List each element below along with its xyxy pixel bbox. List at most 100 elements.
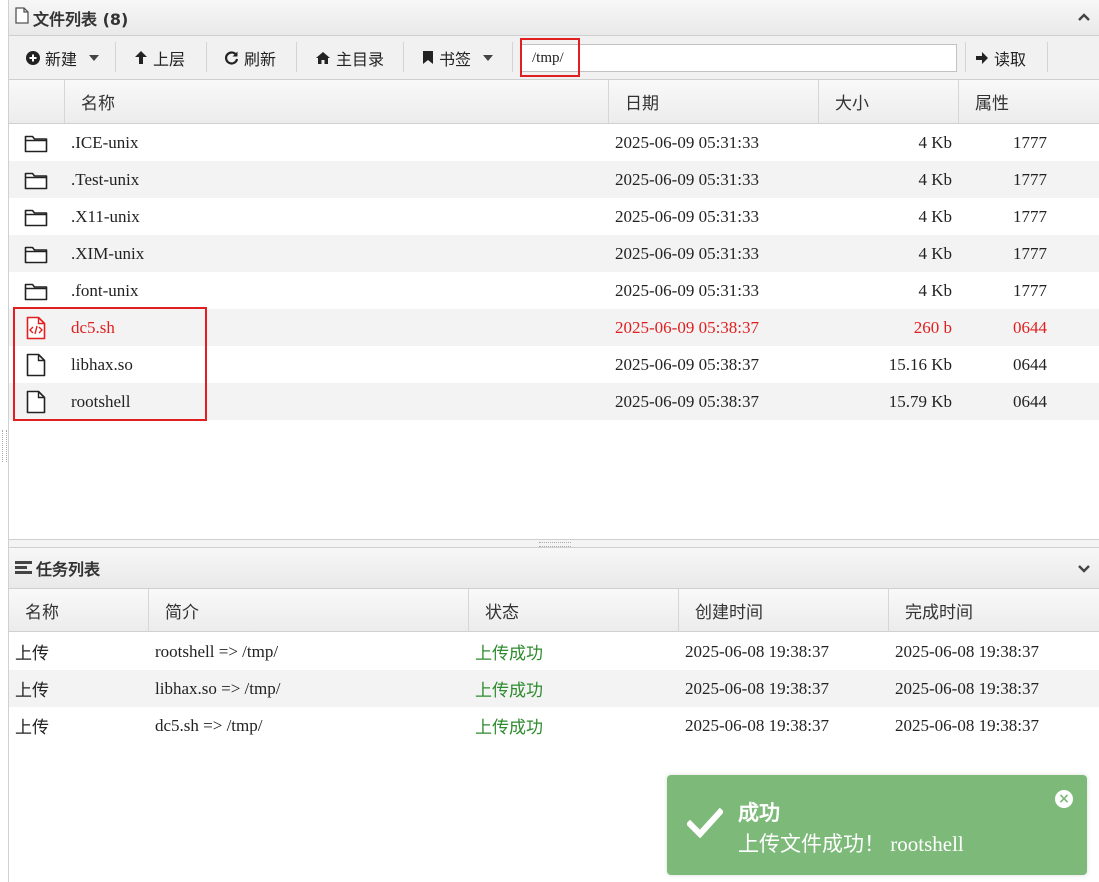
attr-column-header[interactable]: 属性 [959,80,1099,123]
chevron-up-icon[interactable] [1077,9,1091,28]
file-row[interactable]: .font-unix 2025-06-09 05:31:33 4 Kb 1777 [9,272,1099,309]
bookmark-button[interactable]: 书签 [422,36,494,79]
file-date: 2025-06-09 05:31:33 [615,206,760,226]
task-created: 2025-06-08 19:38:37 [685,678,830,698]
icon-column-header [9,80,65,123]
task-table-header: 名称 简介 状态 创建时间 完成时间 [9,588,1099,632]
new-button[interactable]: 新建 [26,36,100,79]
task-row[interactable]: 上传 dc5.sh => /tmp/ 上传成功 2025-06-08 19:38… [9,707,1099,744]
name-column-label: 名称 [81,94,115,114]
side-resize-grip[interactable] [2,430,7,462]
task-status: 上传成功 [475,644,543,663]
file-name: .font-unix [71,280,139,300]
file-table-header: 名称 日期 大小 属性 [9,80,1099,124]
file-row[interactable]: .ICE-unix 2025-06-09 05:31:33 4 Kb 1777 [9,124,1099,161]
close-icon[interactable]: × [1055,790,1073,808]
task-desc-column-header[interactable]: 简介 [149,589,469,632]
new-label: 新建 [45,49,78,69]
task-name: 上传 [15,718,49,737]
file-attr: 0644 [1013,317,1047,337]
folder-icon [23,272,49,309]
file-attr: 1777 [1013,132,1047,152]
file-size: 4 Kb [918,243,952,263]
file-attr: 0644 [1013,354,1047,374]
toolbar-divider [512,42,513,72]
task-finished: 2025-06-08 19:38:37 [895,678,1040,698]
up-label: 上层 [153,49,186,69]
panel-splitter[interactable] [9,539,1099,548]
task-desc: rootshell => /tmp/ [155,641,279,661]
arrow-up-icon [134,50,148,65]
splitter-grip [539,542,571,547]
task-desc: libhax.so => /tmp/ [155,678,281,698]
task-status-column-header[interactable]: 状态 [469,589,679,632]
file-size: 4 Kb [918,132,952,152]
refresh-button[interactable]: 刷新 [224,36,276,79]
file-date: 2025-06-09 05:38:37 [615,317,760,337]
refresh-icon [224,50,239,65]
file-name: .ICE-unix [71,132,139,152]
task-name: 上传 [15,644,49,663]
bookmark-icon [422,50,434,65]
chevron-down-icon[interactable] [1077,561,1091,580]
toolbar-divider [206,42,207,72]
file-row[interactable]: .X11-unix 2025-06-09 05:31:33 4 Kb 1777 [9,198,1099,235]
bookmark-label: 书签 [439,49,472,69]
file-attr: 1777 [1013,280,1047,300]
file-row[interactable]: .Test-unix 2025-06-09 05:31:33 4 Kb 1777 [9,161,1099,198]
path-input[interactable]: /tmp/ [521,44,957,72]
checkmark-icon [685,807,725,842]
read-button[interactable]: 读取 [975,36,1026,79]
home-label: 主目录 [336,49,385,69]
toolbar-divider [965,42,966,72]
file-attr: 0644 [1013,391,1047,411]
home-button[interactable]: 主目录 [315,36,384,79]
task-status: 上传成功 [475,718,543,737]
file-panel-header: 文件列表 (8) [9,0,1099,36]
file-size: 4 Kb [918,206,952,226]
success-toast: 成功 上传文件成功！ rootshell × [667,775,1087,875]
task-row[interactable]: 上传 rootshell => /tmp/ 上传成功 2025-06-08 19… [9,633,1099,670]
task-status-column-label: 状态 [485,603,519,623]
task-desc: dc5.sh => /tmp/ [155,715,263,735]
file-size: 4 Kb [918,280,952,300]
name-column-header[interactable]: 名称 [65,80,609,123]
task-row[interactable]: 上传 libhax.so => /tmp/ 上传成功 2025-06-08 19… [9,670,1099,707]
file-name: .XIM-unix [71,243,145,263]
path-highlight-box [520,38,580,77]
toolbar-divider [296,42,297,72]
task-created: 2025-06-08 19:38:37 [685,715,830,735]
size-column-header[interactable]: 大小 [819,80,959,123]
toast-title: 成功 [738,801,780,825]
task-created-column-header[interactable]: 创建时间 [679,589,889,632]
task-name: 上传 [15,681,49,700]
folder-icon [23,124,49,161]
attr-column-label: 属性 [975,94,1009,114]
folder-icon [23,161,49,198]
file-size: 260 b [913,317,952,337]
file-attr: 1777 [1013,169,1047,189]
task-name-column-header[interactable]: 名称 [9,589,149,632]
toolbar-divider [403,42,404,72]
file-date: 2025-06-09 05:31:33 [615,280,760,300]
refresh-label: 刷新 [244,49,277,69]
file-row[interactable]: .XIM-unix 2025-06-09 05:31:33 4 Kb 1777 [9,235,1099,272]
file-attr: 1777 [1013,206,1047,226]
file-attr: 1777 [1013,243,1047,263]
date-column-header[interactable]: 日期 [609,80,819,123]
file-size: 4 Kb [918,169,952,189]
up-button[interactable]: 上层 [134,36,185,79]
task-created: 2025-06-08 19:38:37 [685,641,830,661]
toolbar-divider [115,42,116,72]
file-panel-title: 文件列表 (8) [33,9,129,29]
toolbar-divider [1047,42,1048,72]
toast-message: 上传文件成功！ rootshell [738,832,964,856]
task-finished: 2025-06-08 19:38:37 [895,715,1040,735]
task-finished-column-header[interactable]: 完成时间 [889,589,1099,632]
task-list: 上传 rootshell => /tmp/ 上传成功 2025-06-08 19… [9,633,1099,744]
task-panel-title: 任务列表 [36,560,101,579]
task-created-column-label: 创建时间 [695,603,763,623]
file-date: 2025-06-09 05:38:37 [615,391,760,411]
date-column-label: 日期 [625,94,659,114]
task-name-column-label: 名称 [25,603,59,623]
